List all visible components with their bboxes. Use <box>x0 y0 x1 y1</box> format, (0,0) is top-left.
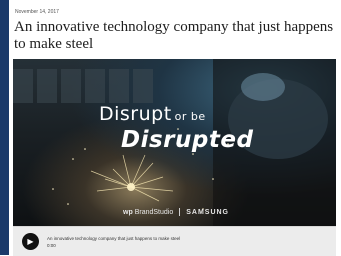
video-player[interactable]: Disrupt or be Disrupted wp BrandStudio SA… <box>13 59 336 226</box>
player-track-title: An innovative technology company that ju… <box>47 236 181 241</box>
video-title-line2: Disrupted <box>121 127 254 153</box>
article-date: November 14, 2017 <box>15 9 59 15</box>
video-brand-bar: wp BrandStudio SAMSUNG <box>123 208 229 216</box>
video-title-disrupt: Disrupt <box>99 103 172 125</box>
article-headline[interactable]: An innovative technology company that ju… <box>14 19 336 53</box>
play-icon: ▶ <box>27 236 34 246</box>
player-time: 0:00 <box>47 243 56 248</box>
brandstudio-label: BrandStudio <box>134 208 174 216</box>
video-title-or-be: or be <box>174 110 206 123</box>
wp-logo-mark: wp <box>123 208 133 216</box>
brandstudio-logo: wp BrandStudio <box>123 209 173 216</box>
play-button[interactable]: ▶ <box>22 233 39 250</box>
samsung-logo: SAMSUNG <box>186 208 229 216</box>
brand-divider <box>179 208 181 216</box>
left-edge-stripe <box>0 0 9 255</box>
video-title-line1: Disrupt or be <box>99 103 206 125</box>
media-player-bar: ▶ An innovative technology company that … <box>13 226 336 256</box>
